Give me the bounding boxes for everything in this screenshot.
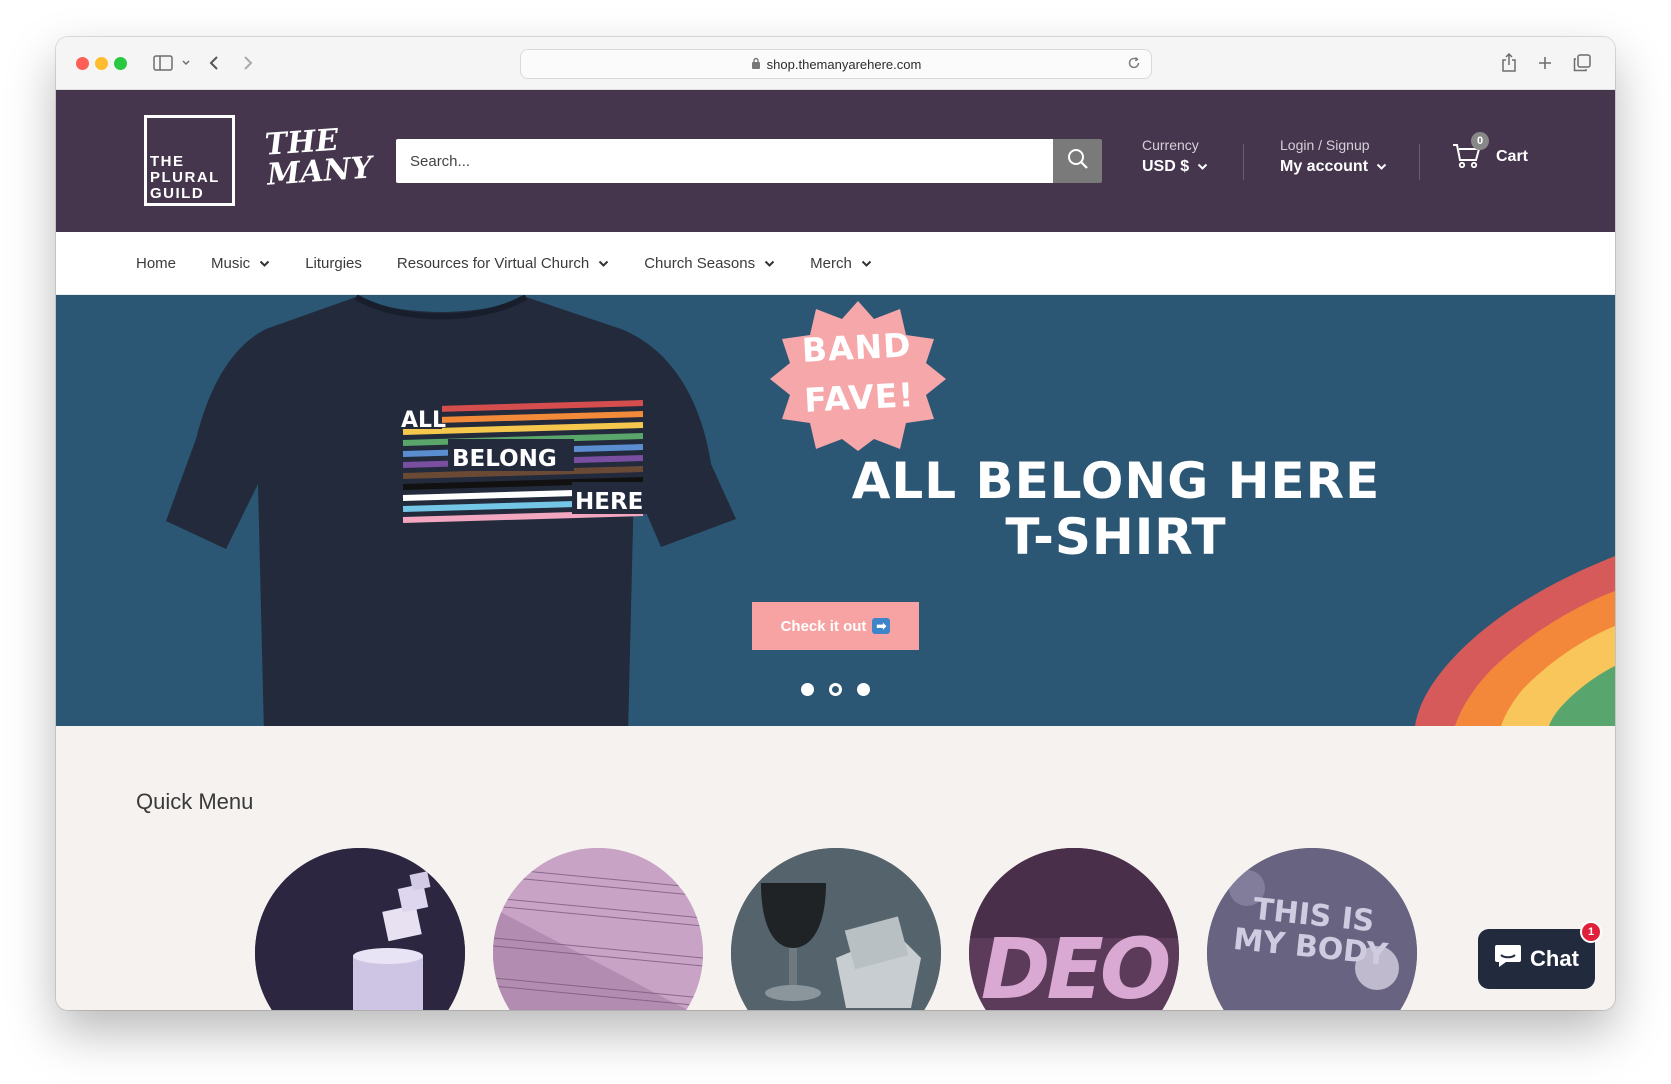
currency-label: Currency [1142, 137, 1199, 153]
zoom-window-button[interactable] [114, 57, 127, 70]
slide-dot-1[interactable] [801, 683, 814, 696]
quick-menu-section: Quick Menu DEO THIS IS MY BODY [56, 726, 1615, 1010]
chat-button[interactable]: Chat 1 [1478, 921, 1602, 989]
nav-item-church-seasons[interactable]: Church Seasons [644, 255, 775, 272]
quick-menu-item-this-is-my-body[interactable]: THIS IS MY BODY [1207, 848, 1417, 1010]
currency-selector[interactable]: Currency USD $ [1142, 137, 1208, 176]
slider-pagination [801, 683, 870, 696]
close-window-button[interactable] [76, 57, 89, 70]
forward-arrow-icon[interactable] [240, 51, 256, 75]
address-bar[interactable]: shop.themanyarehere.com [520, 49, 1152, 79]
nav-item-music[interactable]: Music [211, 255, 270, 272]
search-button[interactable] [1053, 139, 1102, 183]
header-divider [1419, 144, 1420, 180]
new-tab-icon[interactable] [1536, 51, 1554, 75]
deo-text: DEO [980, 920, 1172, 1010]
quick-menu-item-deo[interactable]: DEO [969, 848, 1179, 1010]
cart-count-badge: 0 [1471, 132, 1489, 150]
cart-icon: 0 [1452, 132, 1489, 172]
rainbow-decoration [1415, 556, 1615, 726]
cart-label: Cart [1496, 148, 1529, 165]
login-signup-label: Login / Signup [1280, 137, 1370, 153]
nav-item-label: Merch [810, 254, 852, 272]
chat-notification-badge: 1 [1580, 921, 1602, 943]
band-fave-badge: BAND FAVE! [770, 301, 946, 451]
share-icon[interactable] [1500, 51, 1518, 75]
nav-item-merch[interactable]: Merch [810, 255, 872, 272]
check-it-out-button[interactable]: Check it out ➡ [752, 602, 919, 650]
site-header: THE PLURAL GUILD THE MANY Currency USD $ [56, 90, 1615, 232]
main-nav: Home Music Liturgies Resources for Virtu… [56, 232, 1615, 295]
badge-text: BAND FAVE! [800, 325, 916, 420]
nav-item-label: Home [136, 254, 177, 272]
chat-label: Chat [1530, 946, 1579, 971]
account-menu[interactable]: Login / Signup My account [1280, 137, 1387, 176]
nav-item-label: Church Seasons [644, 254, 756, 272]
the-many-logo-text: THE MANY [263, 122, 374, 193]
nav-item-resources-virtual-church[interactable]: Resources for Virtual Church [397, 255, 609, 272]
currency-value: USD $ [1142, 158, 1190, 175]
search-icon [1067, 148, 1089, 175]
nav-item-label: Resources for Virtual Church [396, 254, 590, 272]
tshirt-image: ALL BELONG HERE [166, 295, 736, 726]
search-bar [396, 139, 1102, 183]
slide-dot-2[interactable] [829, 683, 842, 696]
sidebar-toggle-icon[interactable] [152, 51, 174, 75]
check-it-out-label: Check it out [780, 617, 867, 635]
quick-menu-item-candles[interactable] [255, 848, 465, 1010]
chevron-down-icon [1376, 158, 1387, 176]
the-many-logo[interactable]: THE MANY [263, 122, 374, 193]
chevron-down-icon [764, 255, 775, 272]
quick-menu-item-communion[interactable] [731, 848, 941, 1010]
hero-title-line2: T-SHIRT [1005, 508, 1227, 566]
my-account-label: My account [1280, 158, 1369, 175]
chevron-down-icon [1197, 158, 1208, 176]
shirt-text-all: ALL [401, 408, 446, 433]
nav-item-label: Liturgies [305, 254, 362, 272]
plural-guild-logo[interactable]: THE PLURAL GUILD [144, 115, 235, 206]
chevron-down-icon[interactable] [180, 51, 192, 75]
hero-title-line1: ALL BELONG HERE [851, 452, 1381, 510]
reload-icon[interactable] [1127, 56, 1141, 73]
chevron-down-icon [861, 255, 872, 272]
nav-item-liturgies[interactable]: Liturgies [305, 255, 362, 272]
browser-window: shop.themanyarehere.com THE PLURAL GUILD… [56, 37, 1615, 1010]
shirt-text-here: HERE [575, 489, 643, 515]
nav-item-home[interactable]: Home [136, 255, 176, 272]
url-text: shop.themanyarehere.com [766, 56, 922, 72]
sheet-music-image [493, 848, 703, 1010]
search-input[interactable] [396, 139, 1053, 183]
cart-button[interactable]: 0 Cart [1452, 132, 1529, 172]
chevron-down-icon [598, 255, 609, 272]
chat-bubble-icon [1494, 943, 1522, 975]
quick-menu-item-sheet-music[interactable] [493, 848, 703, 1010]
hero-title: ALL BELONG HERE T-SHIRT [826, 453, 1406, 565]
communion-image [731, 848, 941, 1010]
quick-menu-title: Quick Menu [136, 789, 254, 814]
shirt-text-belong: BELONG [452, 446, 557, 472]
chevron-down-icon [259, 255, 270, 272]
browser-toolbar: shop.themanyarehere.com [56, 37, 1615, 90]
candles-image [255, 848, 465, 1010]
header-divider [1243, 144, 1244, 180]
hero-slideshow[interactable]: ALL BELONG HERE BAND FAVE! ALL BELONG HE… [56, 295, 1615, 726]
lock-icon [751, 57, 761, 72]
minimize-window-button[interactable] [95, 57, 108, 70]
arrow-right-icon: ➡ [872, 618, 891, 634]
slide-dot-3[interactable] [857, 683, 870, 696]
back-arrow-icon[interactable] [206, 51, 222, 75]
tab-overview-icon[interactable] [1572, 51, 1592, 75]
nav-item-label: Music [211, 254, 251, 272]
